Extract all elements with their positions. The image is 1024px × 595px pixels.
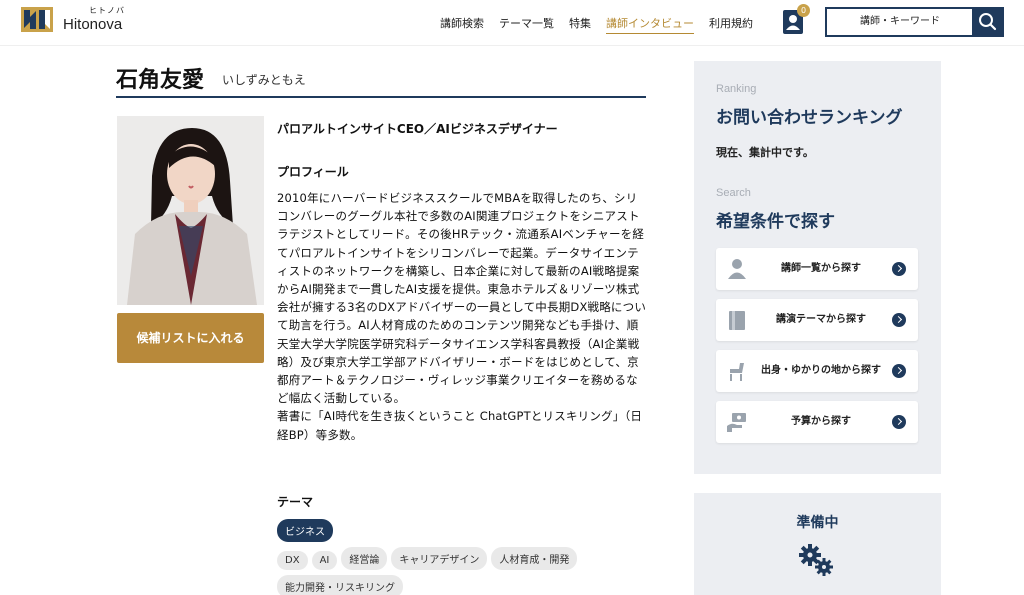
- search-by-lecturer-label: 講師一覧から探す: [781, 263, 861, 274]
- candidate-count-badge: 0: [797, 4, 810, 17]
- search-icon: [979, 13, 997, 31]
- coming-soon-title: 準備中: [796, 515, 839, 531]
- nav-terms[interactable]: 利用規約: [709, 15, 753, 34]
- nav-lecturer-search[interactable]: 講師検索: [440, 15, 484, 34]
- tag-management[interactable]: 経営論: [341, 547, 388, 570]
- site-logo[interactable]: ヒトノバ Hitonova: [21, 7, 125, 32]
- profile-heading: プロフィール: [277, 165, 349, 179]
- tag-reskilling[interactable]: 能力開発・リスキリング: [277, 575, 403, 595]
- search-by-hometown-button[interactable]: 出身・ゆかりの地から探す: [716, 350, 918, 392]
- theme-heading: テーマ: [277, 495, 314, 509]
- money-hand-icon: [727, 413, 746, 432]
- add-to-candidates-button[interactable]: 候補リストに入れる: [117, 313, 264, 363]
- ranking-title: お問い合わせランキング: [716, 108, 903, 128]
- ranking-note: 現在、集計中です。: [716, 146, 814, 159]
- person-icon: [728, 259, 746, 279]
- tag-dx[interactable]: DX: [277, 551, 308, 570]
- chevron-right-icon: [892, 364, 906, 378]
- portrait-image: [117, 116, 264, 305]
- tag-business[interactable]: ビジネス: [277, 519, 333, 542]
- search-by-budget-label: 予算から探す: [791, 416, 851, 427]
- search-by-hometown-label: 出身・ゆかりの地から探す: [761, 365, 881, 376]
- search-input[interactable]: 講師・キーワード: [825, 7, 973, 37]
- tag-career-design[interactable]: キャリアデザイン: [391, 547, 488, 570]
- lecturer-name: 石角友愛: [116, 68, 205, 93]
- gears-icon: [799, 544, 833, 576]
- search-button[interactable]: [972, 7, 1004, 37]
- logo-kana: ヒトノバ: [89, 6, 125, 15]
- ranking-eyebrow: Ranking: [716, 83, 757, 95]
- tag-hr-development[interactable]: 人材育成・開発: [491, 547, 578, 570]
- search-by-lecturer-button[interactable]: 講師一覧から探す: [716, 248, 918, 290]
- nav-features[interactable]: 特集: [569, 15, 591, 34]
- search-eyebrow: Search: [716, 187, 751, 199]
- search-by-theme-label: 講演テーマから探す: [776, 314, 866, 325]
- search-title: 希望条件で探す: [716, 212, 835, 232]
- book-icon: [729, 311, 745, 330]
- profile-name-header: 石角友愛 いしずみともえ: [116, 62, 646, 98]
- search-by-theme-button[interactable]: 講演テーマから探す: [716, 299, 918, 341]
- theme-tags: ビジネス DX AI 経営論 キャリアデザイン 人材育成・開発 能力開発・リスキリング: [277, 519, 649, 595]
- nav-interviews[interactable]: 講師インタビュー: [606, 15, 694, 34]
- nav-theme-list[interactable]: テーマ一覧: [499, 15, 554, 34]
- sidebar-panel: Ranking お問い合わせランキング 現在、集計中です。 Search 希望条…: [694, 61, 941, 474]
- chevron-right-icon: [892, 415, 906, 429]
- profile-bio: 2010年にハーバードビジネススクールでMBAを取得したのち、シリコンバレーのグ…: [277, 189, 649, 444]
- chevron-right-icon: [892, 262, 906, 276]
- logo-name: Hitonova: [63, 16, 123, 33]
- bio-text: 2010年にハーバードビジネススクールでMBAを取得したのち、シリコンバレーのグ…: [277, 191, 647, 406]
- bio-books: 著書に「AI時代を生き抜くということ ChatGPTとリスキリング」（日経BP）…: [277, 409, 643, 442]
- coming-soon-panel: 準備中: [694, 493, 941, 595]
- tag-ai[interactable]: AI: [311, 551, 338, 570]
- site-header: ヒトノバ Hitonova 講師検索 テーマ一覧 特集 講師インタビュー 利用規…: [0, 0, 1024, 46]
- lecturer-title: パロアルトインサイトCEO／AIビジネスデザイナー: [277, 122, 558, 136]
- lecturer-photo: [117, 116, 264, 305]
- chair-icon: [730, 363, 744, 381]
- search-by-budget-button[interactable]: 予算から探す: [716, 401, 918, 443]
- main-nav: 講師検索 テーマ一覧 特集 講師インタビュー 利用規約: [440, 15, 768, 34]
- lecturer-name-kana: いしずみともえ: [222, 73, 306, 87]
- logo-mark-icon: [21, 7, 53, 32]
- chevron-right-icon: [892, 313, 906, 327]
